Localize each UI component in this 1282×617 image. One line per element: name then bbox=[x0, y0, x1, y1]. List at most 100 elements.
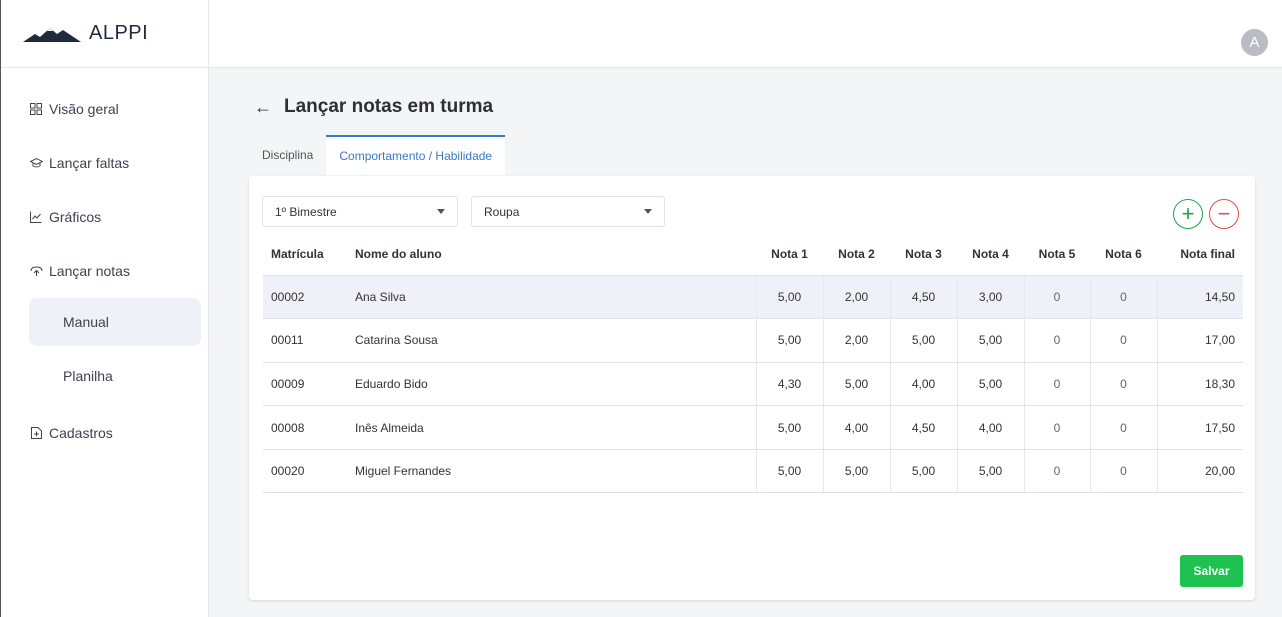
top-bar: A bbox=[209, 0, 1282, 68]
cell-nota-4[interactable]: 3,00 bbox=[956, 275, 1024, 320]
mountain-logo-icon bbox=[23, 27, 81, 42]
cell-nota-5[interactable]: 0 bbox=[1023, 405, 1090, 450]
tabs: Disciplina Comportamento / Habilidade bbox=[249, 135, 506, 175]
sidebar: ALPPI Visão geral Lançar faltas Gráficos… bbox=[0, 0, 209, 617]
table-row[interactable]: 00002 Ana Silva 5,00 2,00 4,50 3,00 0 0 … bbox=[263, 275, 1243, 320]
cell-nota-3[interactable]: 4,00 bbox=[889, 362, 957, 407]
arrow-left-icon[interactable]: ← bbox=[254, 97, 272, 118]
tab-comportamento-habilidade[interactable]: Comportamento / Habilidade bbox=[326, 135, 506, 175]
cell-nota-1[interactable]: 5,00 bbox=[755, 318, 823, 363]
table-row[interactable]: 00020 Miguel Fernandes 5,00 5,00 5,00 5,… bbox=[263, 449, 1243, 494]
sidebar-item-lancar-faltas[interactable]: Lançar faltas bbox=[1, 136, 208, 190]
table-row[interactable]: 00008 Inês Almeida 5,00 4,00 4,50 4,00 0… bbox=[263, 405, 1243, 450]
cell-nota-2[interactable]: 2,00 bbox=[822, 318, 890, 363]
cell-nota-final: 18,30 bbox=[1156, 362, 1243, 407]
caret-down-icon bbox=[437, 209, 445, 214]
period-select-value: 1º Bimestre bbox=[275, 204, 337, 219]
document-icon bbox=[29, 426, 43, 440]
cell-matricula: 00020 bbox=[263, 449, 347, 494]
period-select[interactable]: 1º Bimestre bbox=[262, 196, 458, 227]
brand[interactable]: ALPPI bbox=[1, 0, 208, 68]
sidebar-subitem-planilha[interactable]: Planilha bbox=[29, 352, 201, 400]
category-select[interactable]: Roupa bbox=[471, 196, 665, 227]
cell-nota-6[interactable]: 0 bbox=[1089, 318, 1157, 363]
cell-nome: Miguel Fernandes bbox=[347, 449, 756, 494]
category-select-value: Roupa bbox=[484, 204, 520, 219]
cell-nota-6[interactable]: 0 bbox=[1089, 275, 1157, 320]
header-nota-4: Nota 4 bbox=[957, 234, 1024, 276]
cell-nota-5[interactable]: 0 bbox=[1023, 275, 1090, 320]
sidebar-subitem-manual[interactable]: Manual bbox=[29, 298, 201, 346]
sidebar-subitem-label: Planilha bbox=[63, 368, 113, 384]
sidebar-item-visao-geral[interactable]: Visão geral bbox=[1, 82, 208, 136]
cell-nota-6[interactable]: 0 bbox=[1089, 362, 1157, 407]
header-nota-2: Nota 2 bbox=[823, 234, 890, 276]
cell-matricula: 00009 bbox=[263, 362, 347, 407]
header-nota-5: Nota 5 bbox=[1024, 234, 1090, 276]
caret-down-icon bbox=[644, 209, 652, 214]
cell-matricula: 00002 bbox=[263, 275, 347, 320]
cell-nota-2[interactable]: 5,00 bbox=[822, 449, 890, 494]
cell-nota-3[interactable]: 5,00 bbox=[889, 449, 957, 494]
save-button[interactable]: Salvar bbox=[1180, 555, 1243, 587]
minus-circle-icon[interactable]: − bbox=[1209, 199, 1239, 229]
table-row[interactable]: 00011 Catarina Sousa 5,00 2,00 5,00 5,00… bbox=[263, 318, 1243, 363]
cell-nota-2[interactable]: 5,00 bbox=[822, 362, 890, 407]
cell-nome: Catarina Sousa bbox=[347, 318, 756, 363]
cell-nota-5[interactable]: 0 bbox=[1023, 362, 1090, 407]
cell-nota-3[interactable]: 5,00 bbox=[889, 318, 957, 363]
header-nota-6: Nota 6 bbox=[1090, 234, 1157, 276]
cell-nota-4[interactable]: 4,00 bbox=[956, 405, 1024, 450]
grades-table: Matrícula Nome do aluno Nota 1 Nota 2 No… bbox=[263, 234, 1243, 494]
grades-card: 1º Bimestre Roupa + − Matrícula Nome do … bbox=[249, 176, 1255, 600]
header-nota-3: Nota 3 bbox=[890, 234, 957, 276]
cell-nota-1[interactable]: 5,00 bbox=[755, 405, 823, 450]
cell-nome: Eduardo Bido bbox=[347, 362, 756, 407]
cell-nota-1[interactable]: 5,00 bbox=[755, 449, 823, 494]
cell-nota-3[interactable]: 4,50 bbox=[889, 405, 957, 450]
cell-nota-4[interactable]: 5,00 bbox=[956, 318, 1024, 363]
line-chart-icon bbox=[29, 210, 43, 224]
cell-nota-6[interactable]: 0 bbox=[1089, 405, 1157, 450]
table-row[interactable]: 00009 Eduardo Bido 4,30 5,00 4,00 5,00 0… bbox=[263, 362, 1243, 407]
sidebar-item-lancar-notas[interactable]: Lançar notas bbox=[1, 244, 208, 298]
sidebar-nav: Visão geral Lançar faltas Gráficos Lança… bbox=[1, 68, 208, 460]
tab-disciplina[interactable]: Disciplina bbox=[249, 135, 326, 175]
avatar[interactable]: A bbox=[1241, 29, 1268, 56]
brand-name: ALPPI bbox=[89, 22, 149, 44]
sidebar-item-graficos[interactable]: Gráficos bbox=[1, 190, 208, 244]
cell-nota-6[interactable]: 0 bbox=[1089, 449, 1157, 494]
cell-nota-2[interactable]: 2,00 bbox=[822, 275, 890, 320]
header-nome-do-aluno: Nome do aluno bbox=[347, 234, 756, 276]
plus-circle-icon[interactable]: + bbox=[1173, 199, 1203, 229]
header-nota-1: Nota 1 bbox=[756, 234, 823, 276]
graduation-cap-icon bbox=[29, 156, 43, 170]
header-matricula: Matrícula bbox=[263, 234, 347, 276]
cell-nota-3[interactable]: 4,50 bbox=[889, 275, 957, 320]
cell-nota-5[interactable]: 0 bbox=[1023, 318, 1090, 363]
sidebar-item-label: Gráficos bbox=[49, 209, 102, 225]
cell-nota-1[interactable]: 5,00 bbox=[755, 275, 823, 320]
cell-nota-1[interactable]: 4,30 bbox=[755, 362, 823, 407]
grid-icon bbox=[29, 102, 43, 116]
cell-matricula: 00011 bbox=[263, 318, 347, 363]
cell-nota-final: 14,50 bbox=[1156, 275, 1243, 320]
sidebar-item-cadastros[interactable]: Cadastros bbox=[1, 406, 208, 460]
sidebar-item-label: Cadastros bbox=[49, 425, 113, 441]
cell-nome: Inês Almeida bbox=[347, 405, 756, 450]
page-title: ← Lançar notas em turma bbox=[254, 96, 493, 118]
cell-nota-final: 17,50 bbox=[1156, 405, 1243, 450]
cell-nota-final: 20,00 bbox=[1156, 449, 1243, 494]
cell-nome: Ana Silva bbox=[347, 275, 756, 320]
page-title-text: Lançar notas em turma bbox=[284, 96, 494, 117]
sidebar-item-label: Lançar notas bbox=[49, 263, 130, 279]
cell-nota-4[interactable]: 5,00 bbox=[956, 362, 1024, 407]
cell-nota-4[interactable]: 5,00 bbox=[956, 449, 1024, 494]
sidebar-item-label: Lançar faltas bbox=[49, 155, 130, 171]
header-nota-final: Nota final bbox=[1157, 234, 1243, 276]
hand-icon bbox=[29, 264, 43, 278]
cell-nota-5[interactable]: 0 bbox=[1023, 449, 1090, 494]
cell-nota-2[interactable]: 4,00 bbox=[822, 405, 890, 450]
table-header-row: Matrícula Nome do aluno Nota 1 Nota 2 No… bbox=[263, 234, 1243, 276]
sidebar-item-label: Visão geral bbox=[49, 101, 119, 117]
